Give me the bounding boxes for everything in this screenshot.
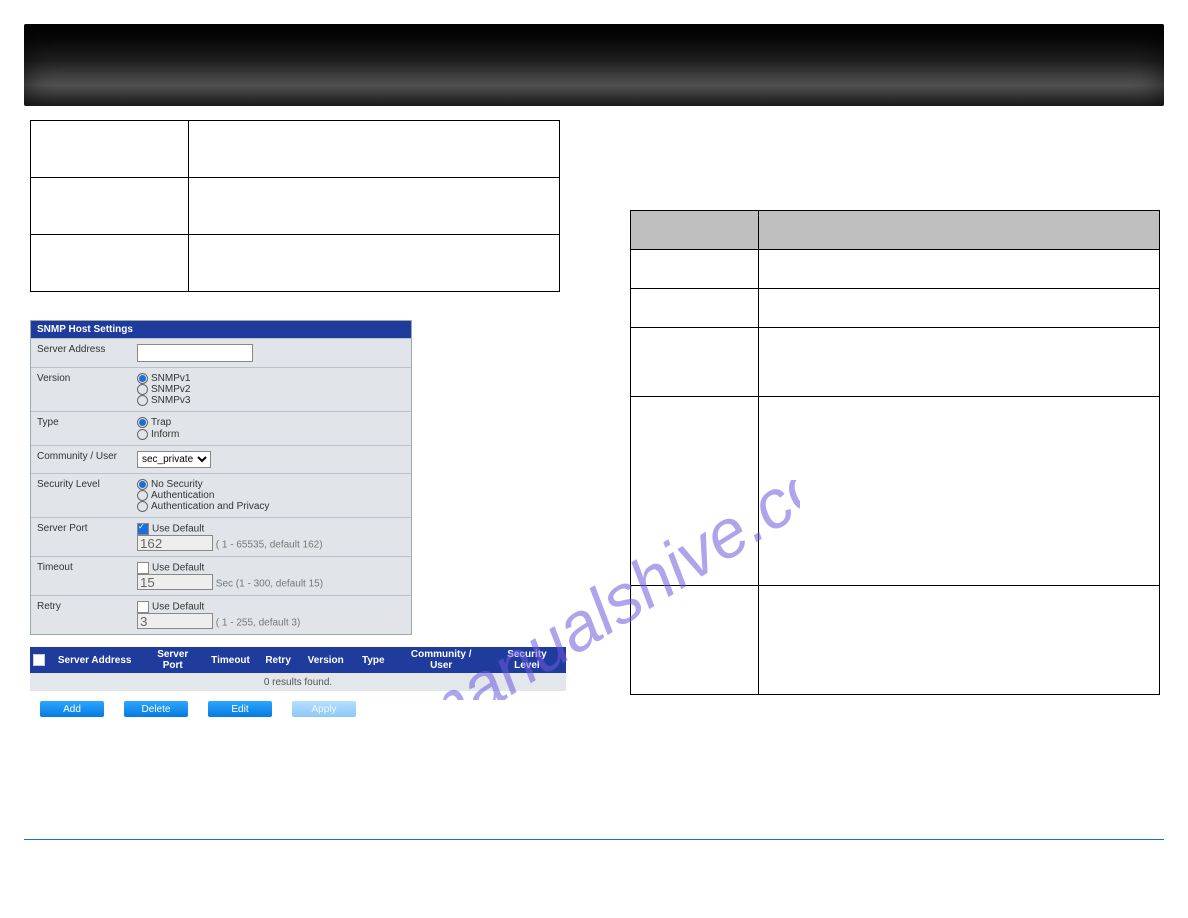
version-snmpv2-text: SNMPv2 xyxy=(151,384,190,395)
server-address-input[interactable] xyxy=(137,344,253,362)
header-banner xyxy=(24,24,1164,106)
right-spec-table xyxy=(630,210,1160,695)
seclevel-nosecurity-radio[interactable] xyxy=(137,479,148,490)
type-inform-radio[interactable] xyxy=(137,429,148,440)
type-trap-radio[interactable] xyxy=(137,417,148,428)
version-snmpv1-radio[interactable] xyxy=(137,373,148,384)
seclevel-auth-radio[interactable] xyxy=(137,490,148,501)
results-empty-text: 0 results found. xyxy=(30,673,566,691)
server-port-hint: ( 1 - 65535, default 162) xyxy=(216,540,323,551)
server-port-usedefault-checkbox[interactable] xyxy=(137,523,149,535)
col-community: Community / User xyxy=(395,649,488,671)
retry-input[interactable] xyxy=(137,613,213,629)
seclevel-nosecurity-text: No Security xyxy=(151,479,203,490)
apply-button: Apply xyxy=(292,701,356,717)
timeout-hint: Sec (1 - 300, default 15) xyxy=(216,579,323,590)
upper-left-table xyxy=(30,120,560,292)
edit-button[interactable]: Edit xyxy=(208,701,272,717)
snmp-host-settings-panel: SNMP Host Settings Server Address Versio… xyxy=(30,320,412,635)
type-label: Type xyxy=(31,412,131,444)
server-port-input[interactable] xyxy=(137,535,213,551)
delete-button[interactable]: Delete xyxy=(124,701,188,717)
version-snmpv3-text: SNMPv3 xyxy=(151,395,190,406)
seclevel-authpriv-text: Authentication and Privacy xyxy=(151,501,269,512)
timeout-input[interactable] xyxy=(137,574,213,590)
community-select[interactable]: sec_private xyxy=(137,451,211,468)
results-header: Server Address Server Port Timeout Retry… xyxy=(30,647,566,673)
retry-usedefault-text: Use Default xyxy=(152,602,204,613)
col-version: Version xyxy=(299,655,352,666)
retry-hint: ( 1 - 255, default 3) xyxy=(216,618,301,629)
col-type: Type xyxy=(352,655,395,666)
seclevel-authpriv-radio[interactable] xyxy=(137,501,148,512)
timeout-label: Timeout xyxy=(31,557,131,595)
version-snmpv2-radio[interactable] xyxy=(137,384,148,395)
security-level-label: Security Level xyxy=(31,474,131,517)
panel-title: SNMP Host Settings xyxy=(31,321,411,338)
col-retry: Retry xyxy=(257,655,300,666)
version-snmpv1-text: SNMPv1 xyxy=(151,373,190,384)
col-timeout: Timeout xyxy=(204,655,257,666)
server-port-usedefault-text: Use Default xyxy=(152,524,204,535)
add-button[interactable]: Add xyxy=(40,701,104,717)
footer-rule xyxy=(24,839,1164,840)
server-address-label: Server Address xyxy=(31,339,131,367)
type-inform-text: Inform xyxy=(151,429,179,440)
col-server-port: Server Port xyxy=(141,649,204,671)
server-port-label: Server Port xyxy=(31,518,131,556)
timeout-usedefault-checkbox[interactable] xyxy=(137,562,149,574)
col-security-level: Security Level xyxy=(488,649,566,671)
version-label: Version xyxy=(31,368,131,411)
select-all-checkbox[interactable] xyxy=(33,654,45,666)
retry-label: Retry xyxy=(31,596,131,634)
seclevel-auth-text: Authentication xyxy=(151,490,214,501)
type-trap-text: Trap xyxy=(151,418,171,429)
version-snmpv3-radio[interactable] xyxy=(137,395,148,406)
col-server-address: Server Address xyxy=(48,655,141,666)
retry-usedefault-checkbox[interactable] xyxy=(137,601,149,613)
community-label: Community / User xyxy=(31,446,131,473)
timeout-usedefault-text: Use Default xyxy=(152,563,204,574)
